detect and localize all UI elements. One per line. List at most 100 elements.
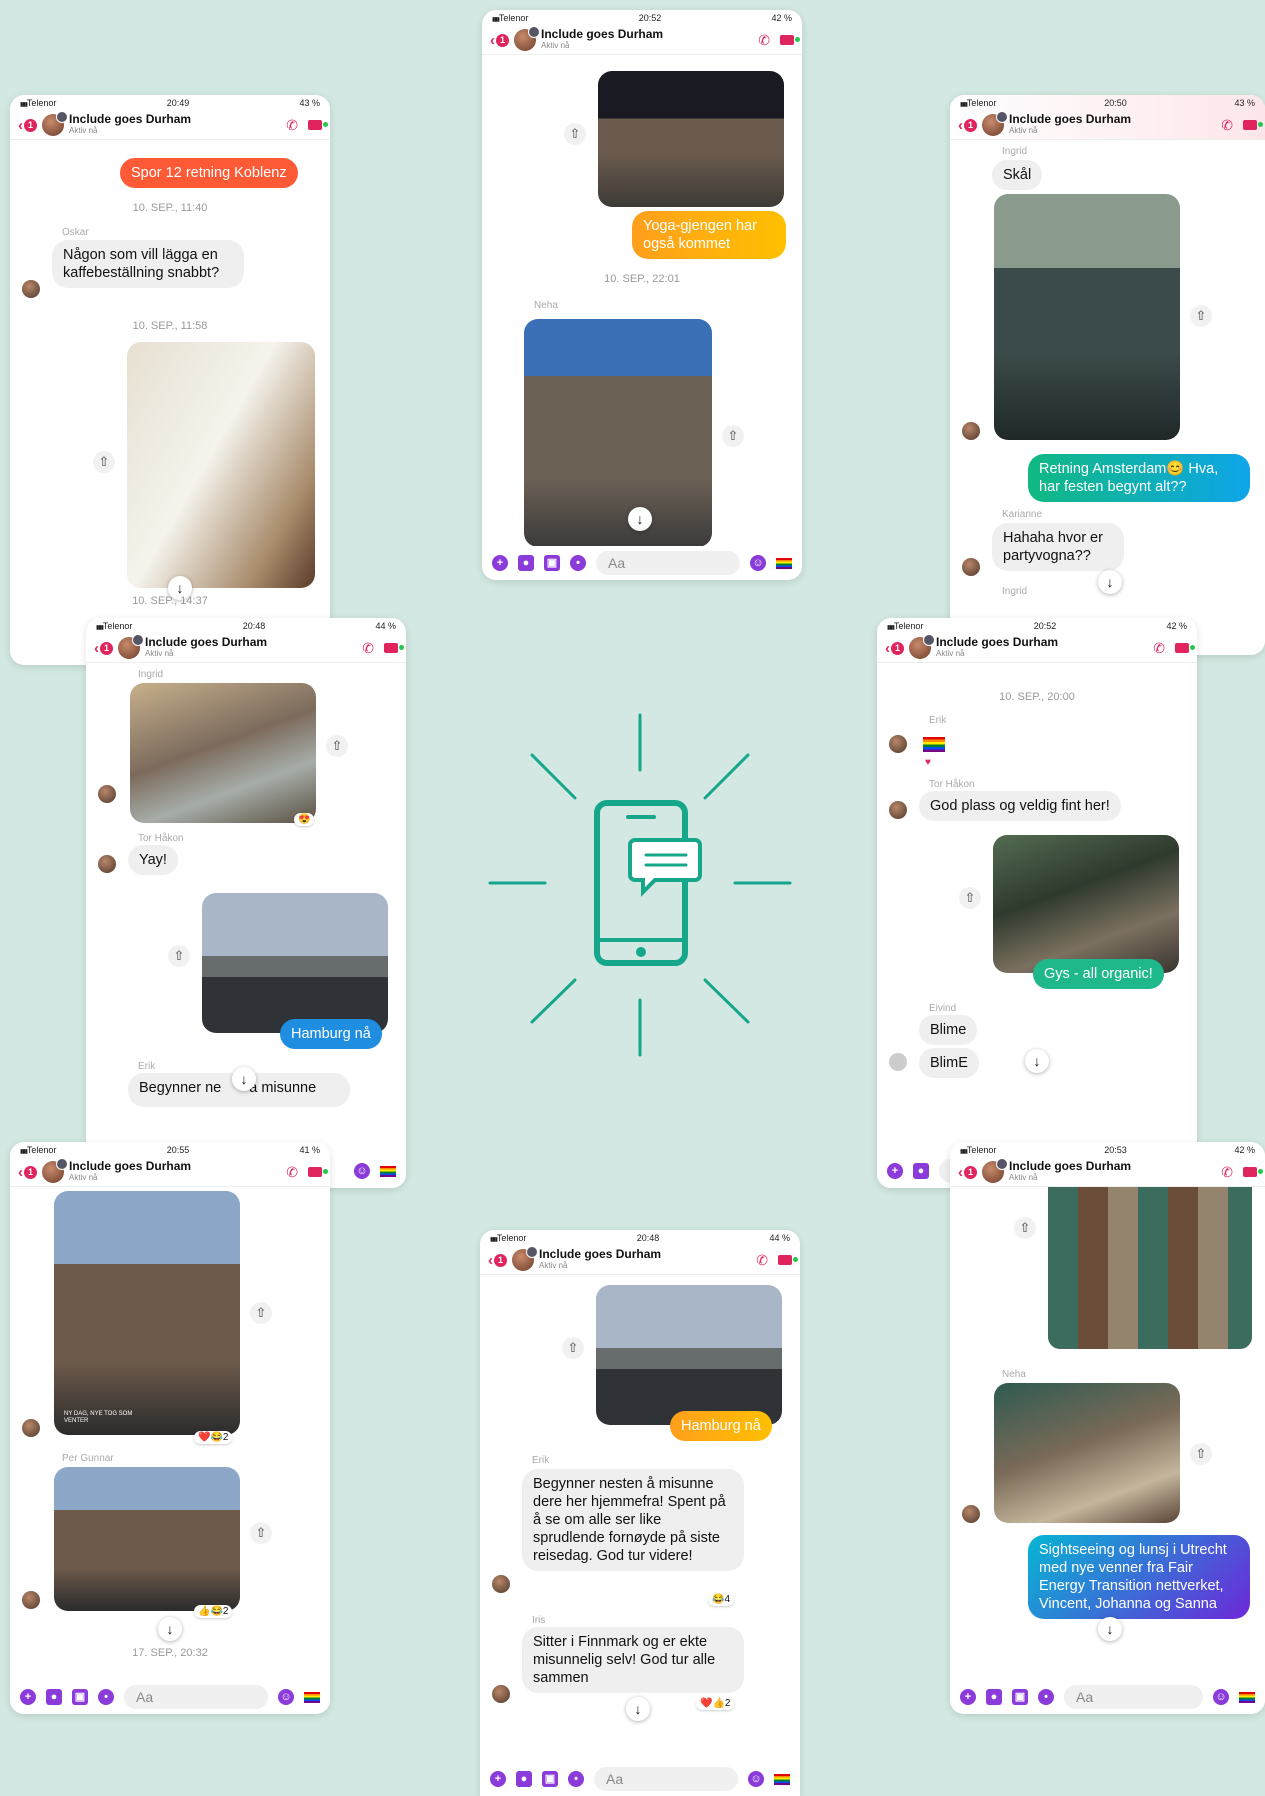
camera-icon[interactable]: ● — [986, 1689, 1002, 1705]
photo-tickets-selfie[interactable] — [130, 683, 316, 823]
share-icon[interactable]: ⇧ — [959, 887, 981, 909]
share-icon[interactable]: ⇧ — [722, 425, 744, 447]
group-avatar[interactable] — [42, 1158, 69, 1183]
group-avatar[interactable] — [42, 111, 69, 136]
message-bubble[interactable]: Begynner nesten å misunne dere her hjemm… — [522, 1469, 744, 1571]
photo-hamburg-river[interactable] — [202, 893, 388, 1033]
camera-icon[interactable]: ● — [913, 1163, 929, 1179]
photo-dinner-table[interactable] — [993, 835, 1179, 973]
phone-icon[interactable]: ✆ — [1221, 1164, 1233, 1181]
camera-icon[interactable]: ● — [46, 1689, 62, 1705]
reaction-badge[interactable]: 😂4 — [708, 1593, 735, 1606]
share-icon[interactable]: ⇧ — [564, 123, 586, 145]
reaction-badge[interactable]: ❤️😂2 — [194, 1431, 233, 1444]
photo-train-cheers[interactable] — [994, 194, 1180, 440]
rainbow-flag-icon[interactable] — [380, 1165, 396, 1177]
message-bubble[interactable]: BlimE — [919, 1048, 979, 1078]
add-icon[interactable]: + — [492, 555, 508, 571]
message-bubble[interactable]: Blime — [919, 1015, 978, 1045]
group-avatar[interactable] — [982, 111, 1009, 136]
photo-lunch-utrecht[interactable] — [994, 1383, 1180, 1523]
back-button[interactable]: ‹ 1 — [18, 1164, 38, 1181]
microphone-icon[interactable]: • — [98, 1689, 114, 1705]
message-input[interactable]: Aa — [596, 551, 740, 575]
phone-icon[interactable]: ✆ — [362, 640, 374, 657]
image-icon[interactable]: ▣ — [1012, 1689, 1028, 1705]
emoji-icon[interactable]: ☺ — [748, 1771, 764, 1787]
add-icon[interactable]: + — [887, 1163, 903, 1179]
message-bubble[interactable]: Någon som vill lägga en kaffebeställning… — [52, 240, 244, 288]
message-bubble[interactable]: Sitter i Finnmark og er ekte misunnelig … — [522, 1627, 744, 1693]
add-icon[interactable]: + — [490, 1771, 506, 1787]
message-bubble[interactable]: Yay! — [128, 845, 178, 875]
scroll-down-button[interactable]: ↓ — [158, 1617, 182, 1641]
photo-group-night[interactable] — [598, 71, 784, 207]
message-bubble[interactable]: Gys - all organic! — [1033, 959, 1164, 989]
video-call-icon[interactable] — [1243, 1167, 1263, 1177]
scroll-down-button[interactable]: ↓ — [1098, 1617, 1122, 1641]
image-icon[interactable]: ▣ — [542, 1771, 558, 1787]
emoji-icon[interactable]: ☺ — [750, 555, 766, 571]
reaction-badge[interactable]: ❤️👍2 — [696, 1697, 735, 1710]
back-button[interactable]: ‹ 1 — [488, 1252, 508, 1269]
back-button[interactable]: ‹ 1 — [885, 640, 905, 657]
message-input[interactable]: Aa — [1064, 1685, 1203, 1709]
rainbow-flag-icon[interactable] — [774, 1773, 790, 1785]
camera-icon[interactable]: ● — [518, 555, 534, 571]
reaction-badge[interactable]: 😍 — [294, 813, 315, 826]
video-call-icon[interactable] — [384, 643, 404, 653]
emoji-icon[interactable]: ☺ — [1213, 1689, 1229, 1705]
message-bubble[interactable]: Retning Amsterdam😊 Hva, har festen begyn… — [1028, 454, 1250, 502]
scroll-down-button[interactable]: ↓ — [232, 1067, 256, 1091]
camera-icon[interactable]: ● — [516, 1771, 532, 1787]
video-call-icon[interactable] — [308, 120, 328, 130]
message-input[interactable]: Aa — [594, 1767, 738, 1791]
group-avatar[interactable] — [514, 26, 541, 51]
message-bubble[interactable]: Sightseeing og lunsj i Utrecht med nye v… — [1028, 1535, 1250, 1619]
share-icon[interactable]: ⇧ — [326, 735, 348, 757]
scroll-down-button[interactable]: ↓ — [1025, 1049, 1049, 1073]
share-icon[interactable]: ⇧ — [1014, 1217, 1036, 1239]
photo-hamburg-river[interactable] — [596, 1285, 782, 1425]
group-avatar[interactable] — [982, 1158, 1009, 1183]
message-input[interactable]: Aa — [124, 1685, 268, 1709]
microphone-icon[interactable]: • — [1038, 1689, 1054, 1705]
group-avatar[interactable] — [512, 1246, 539, 1271]
share-icon[interactable]: ⇧ — [93, 451, 115, 473]
video-call-icon[interactable] — [308, 1167, 328, 1177]
share-icon[interactable]: ⇧ — [1190, 1443, 1212, 1465]
message-bubble[interactable]: Spor 12 retning Koblenz — [120, 158, 298, 188]
share-icon[interactable]: ⇧ — [250, 1522, 272, 1544]
reaction-badge[interactable]: 👍😂2 — [194, 1605, 233, 1618]
group-avatar[interactable] — [909, 634, 936, 659]
message-bubble[interactable]: Hamburg nå — [670, 1411, 772, 1441]
message-bubble[interactable]: Yoga-gjengen har også kommet — [632, 211, 786, 259]
video-call-icon[interactable] — [778, 1255, 798, 1265]
share-icon[interactable]: ⇧ — [1190, 305, 1212, 327]
share-icon[interactable]: ⇧ — [562, 1337, 584, 1359]
image-icon[interactable]: ▣ — [72, 1689, 88, 1705]
message-bubble[interactable]: God plass og veldig fint her! — [919, 791, 1121, 821]
back-button[interactable]: ‹ 1 — [958, 1164, 978, 1181]
image-icon[interactable]: ▣ — [544, 555, 560, 571]
message-bubble[interactable]: Skål — [992, 160, 1043, 190]
rainbow-flag-icon[interactable] — [1239, 1691, 1255, 1703]
photo-cathedral-selfie[interactable] — [54, 1467, 240, 1611]
photo-ticket[interactable] — [127, 342, 315, 588]
scroll-down-button[interactable]: ↓ — [628, 507, 652, 531]
video-call-icon[interactable] — [1175, 643, 1195, 653]
phone-icon[interactable]: ✆ — [286, 1164, 298, 1181]
back-button[interactable]: ‹ 1 — [18, 117, 38, 134]
microphone-icon[interactable]: • — [568, 1771, 584, 1787]
rainbow-flag-icon[interactable] — [304, 1691, 320, 1703]
message-bubble[interactable]: Hahaha hvor er partyvogna?? — [992, 523, 1124, 571]
back-button[interactable]: ‹ 1 — [958, 117, 978, 134]
add-icon[interactable]: + — [20, 1689, 36, 1705]
photo-collage[interactable] — [1048, 1187, 1252, 1349]
add-icon[interactable]: + — [960, 1689, 976, 1705]
group-avatar[interactable] — [118, 634, 145, 659]
video-call-icon[interactable] — [1243, 120, 1263, 130]
microphone-icon[interactable]: • — [570, 555, 586, 571]
scroll-down-button[interactable]: ↓ — [1098, 570, 1122, 594]
scroll-down-button[interactable]: ↓ — [626, 1697, 650, 1721]
